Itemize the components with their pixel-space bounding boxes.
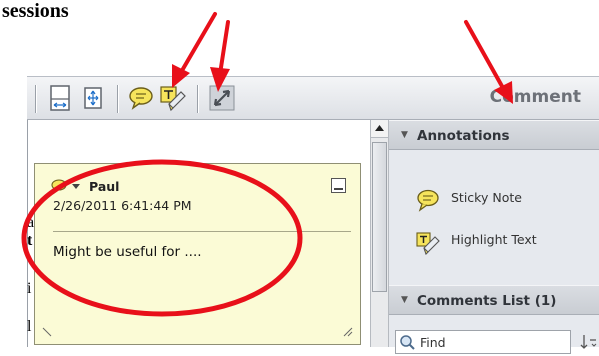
fit-page-button[interactable]	[45, 83, 75, 113]
highlight-text-label: Highlight Text	[451, 232, 537, 247]
comment-pane-button[interactable]: Comment	[490, 87, 581, 107]
sort-button[interactable]	[579, 332, 599, 352]
sticky-note-button[interactable]	[126, 83, 156, 113]
doc-text-fragment: t	[27, 232, 33, 249]
sticky-note-icon	[129, 87, 153, 110]
document-scrollbar[interactable]	[370, 120, 389, 347]
highlight-text-icon	[160, 86, 186, 112]
highlight-text-tool[interactable]: Highlight Text	[415, 230, 537, 259]
sticky-note-icon	[417, 189, 439, 212]
note-body[interactable]: Might be useful for ....	[53, 244, 202, 260]
note-date: 2/26/2011 6:41:44 PM	[53, 198, 192, 213]
annotations-title: Annotations	[417, 128, 510, 144]
doc-text-fragment: l	[27, 318, 32, 335]
fit-width-button[interactable]	[78, 83, 108, 113]
scroll-up-button[interactable]	[371, 120, 388, 138]
red-arrow	[178, 12, 217, 76]
full-screen-button[interactable]	[207, 83, 237, 113]
red-arrow	[218, 20, 230, 76]
collapse-triangle-icon: ▼	[401, 130, 408, 140]
toolbar: Comment	[27, 76, 599, 120]
note-divider	[53, 231, 351, 232]
sticky-note-label: Sticky Note	[451, 190, 522, 205]
caption-text: sessions	[2, 0, 69, 22]
resize-handle-icon[interactable]	[340, 324, 354, 338]
comments-list-section-header[interactable]: ▼ Comments List (1)	[389, 285, 599, 315]
fit-page-icon	[50, 85, 70, 111]
highlight-text-icon	[416, 232, 440, 256]
toolbar-separator	[35, 85, 36, 113]
doc-text-fragment: i	[27, 280, 32, 297]
comments-list-title: Comments List (1)	[417, 293, 557, 309]
highlight-text-button[interactable]	[158, 83, 188, 113]
annotations-section-header[interactable]: ▼ Annotations	[389, 120, 599, 150]
magnifier-icon	[400, 335, 415, 350]
comment-panel: ▼ Annotations Sticky Note Highlight Text…	[389, 120, 599, 354]
full-screen-icon	[209, 85, 235, 111]
scroll-thumb[interactable]	[372, 142, 387, 292]
collapse-triangle-icon: ▼	[401, 295, 408, 305]
resize-handle-icon[interactable]	[41, 324, 55, 338]
minimize-icon[interactable]	[331, 178, 346, 193]
note-menu-button[interactable]	[51, 178, 91, 194]
sticky-note-tool[interactable]: Sticky Note	[415, 188, 522, 215]
note-author: Paul	[89, 179, 120, 194]
sticky-note-popup[interactable]: Paul 2/26/2011 6:41:44 PM Might be usefu…	[34, 163, 361, 345]
toolbar-separator	[117, 85, 118, 113]
fit-width-icon	[84, 87, 102, 109]
triangle-up-icon	[375, 125, 384, 131]
find-label: Find	[420, 335, 446, 350]
find-button[interactable]: Find	[395, 330, 571, 354]
sort-icon	[580, 335, 597, 349]
toolbar-separator	[197, 85, 198, 113]
